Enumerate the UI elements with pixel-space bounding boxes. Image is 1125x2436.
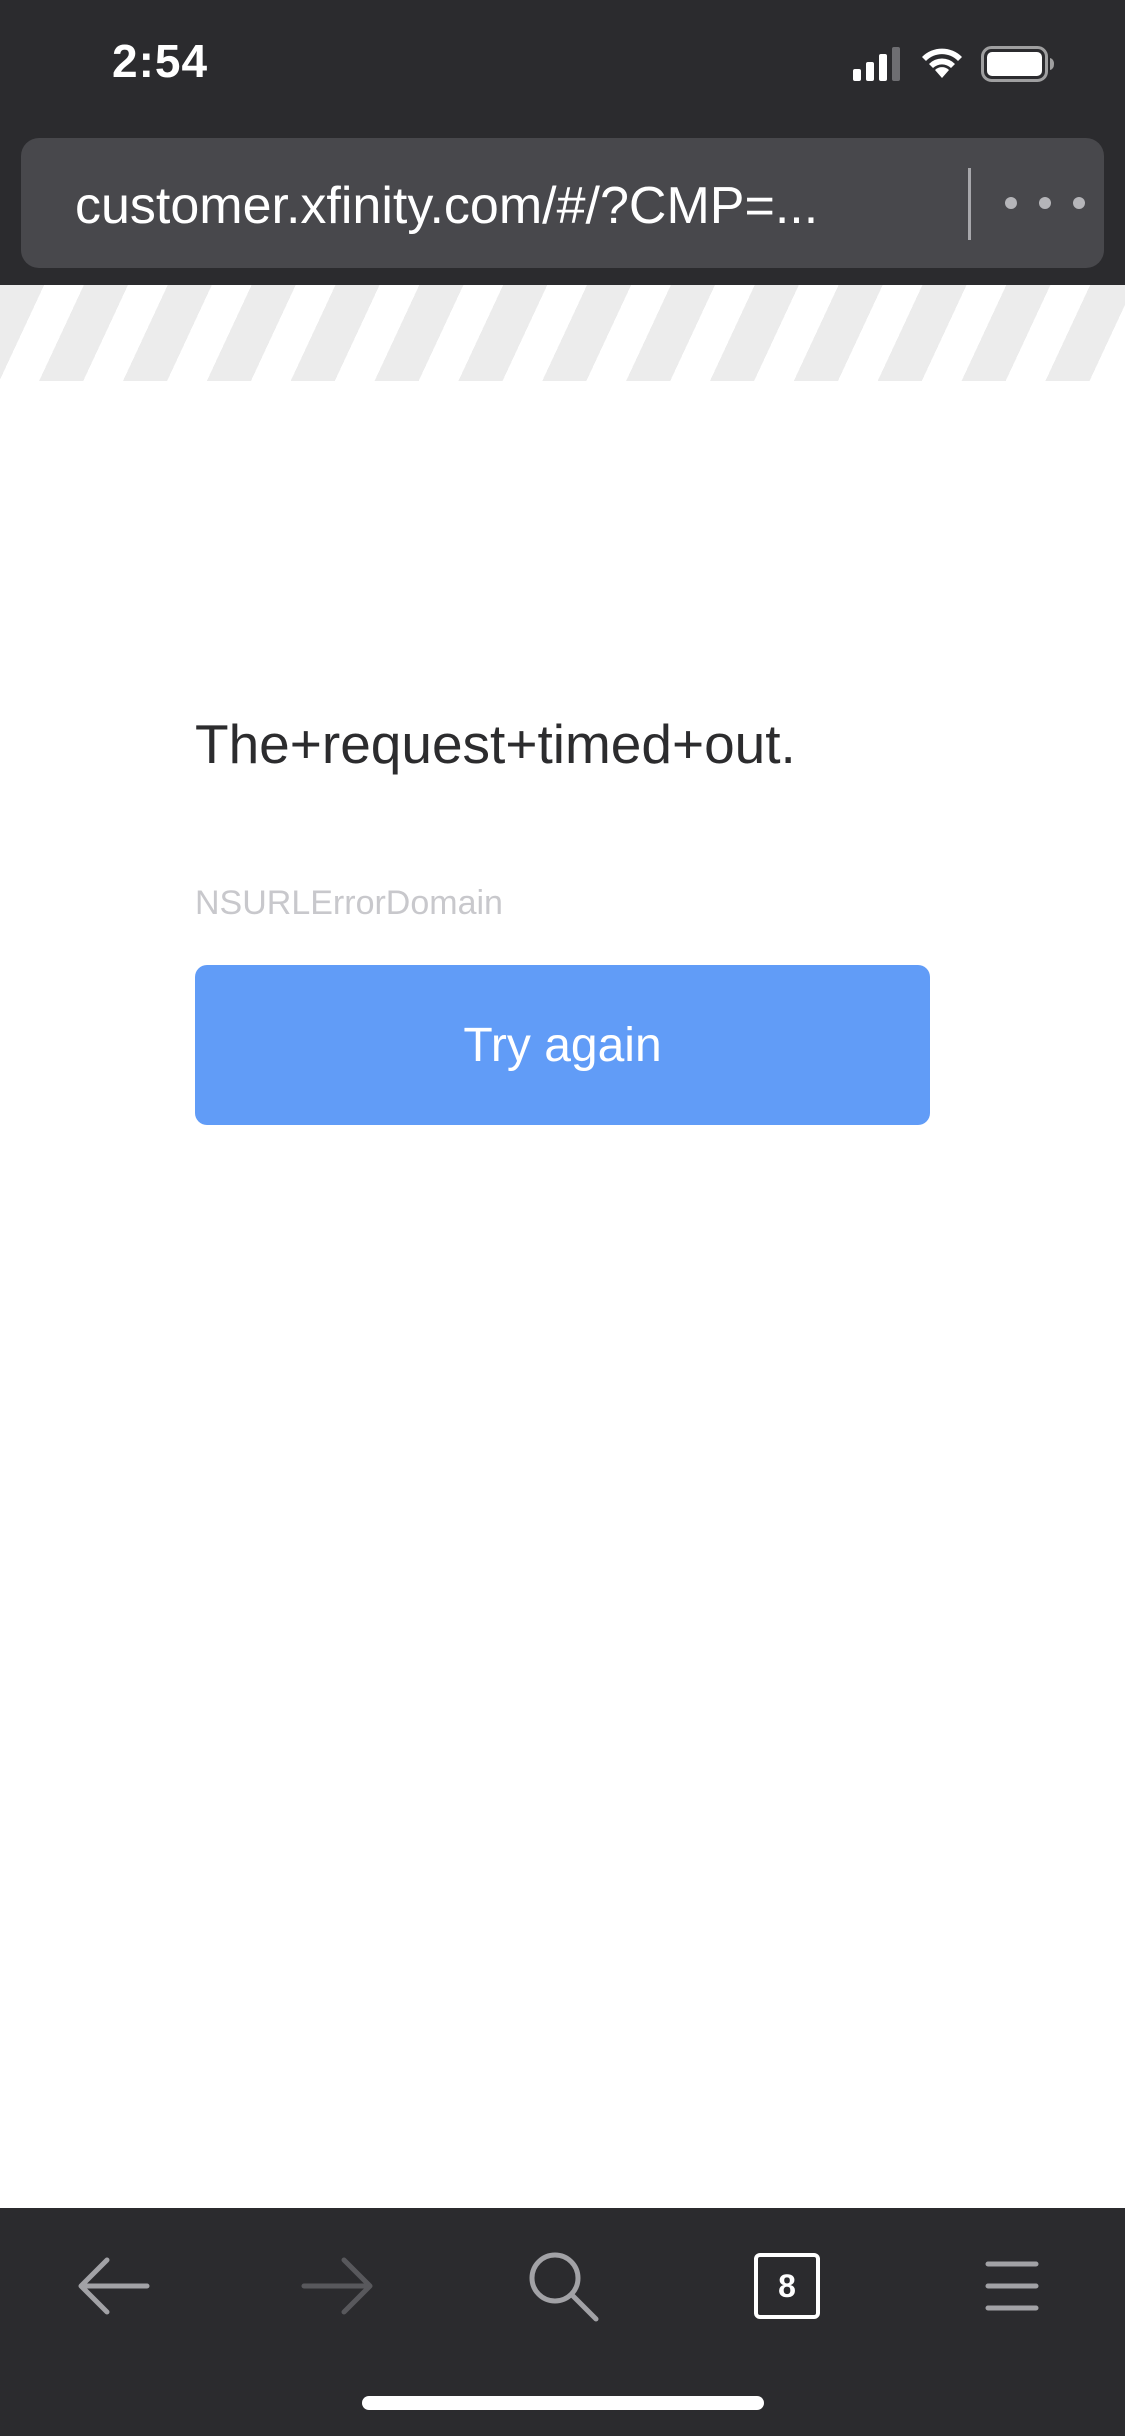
forward-button[interactable] (290, 2238, 386, 2334)
back-arrow-icon (78, 2257, 150, 2315)
battery-icon (981, 46, 1054, 82)
hamburger-menu-icon (985, 2261, 1039, 2311)
home-indicator (362, 2396, 764, 2410)
search-button[interactable] (515, 2238, 611, 2334)
status-time: 2:54 (112, 35, 209, 87)
tabs-button[interactable]: 8 (739, 2238, 835, 2334)
error-title: The+request+timed+out. (195, 713, 796, 775)
wifi-icon (922, 48, 962, 78)
error-domain: NSURLErrorDomain (195, 884, 503, 922)
tab-count: 8 (754, 2253, 820, 2319)
forward-arrow-icon (301, 2257, 373, 2315)
try-again-button[interactable]: Try again (195, 965, 930, 1125)
status-bar: 2:54 (0, 0, 1125, 130)
url-text[interactable]: customer.xfinity.com/#/?CMP=... (75, 178, 965, 234)
url-area: customer.xfinity.com/#/?CMP=... (0, 130, 1125, 285)
search-icon (529, 2252, 599, 2322)
more-options-icon[interactable] (1005, 180, 1085, 226)
address-bar[interactable]: customer.xfinity.com/#/?CMP=... (21, 138, 1104, 268)
cellular-signal-icon (853, 47, 900, 81)
menu-button[interactable] (964, 2238, 1060, 2334)
url-divider (968, 168, 971, 240)
loading-stripe-bar (0, 285, 1125, 381)
browser-screen: 2:54 customer.xfinity.com/#/?CMP=... The… (0, 0, 1125, 2436)
status-icons (853, 44, 1055, 84)
back-button[interactable] (65, 2238, 161, 2334)
